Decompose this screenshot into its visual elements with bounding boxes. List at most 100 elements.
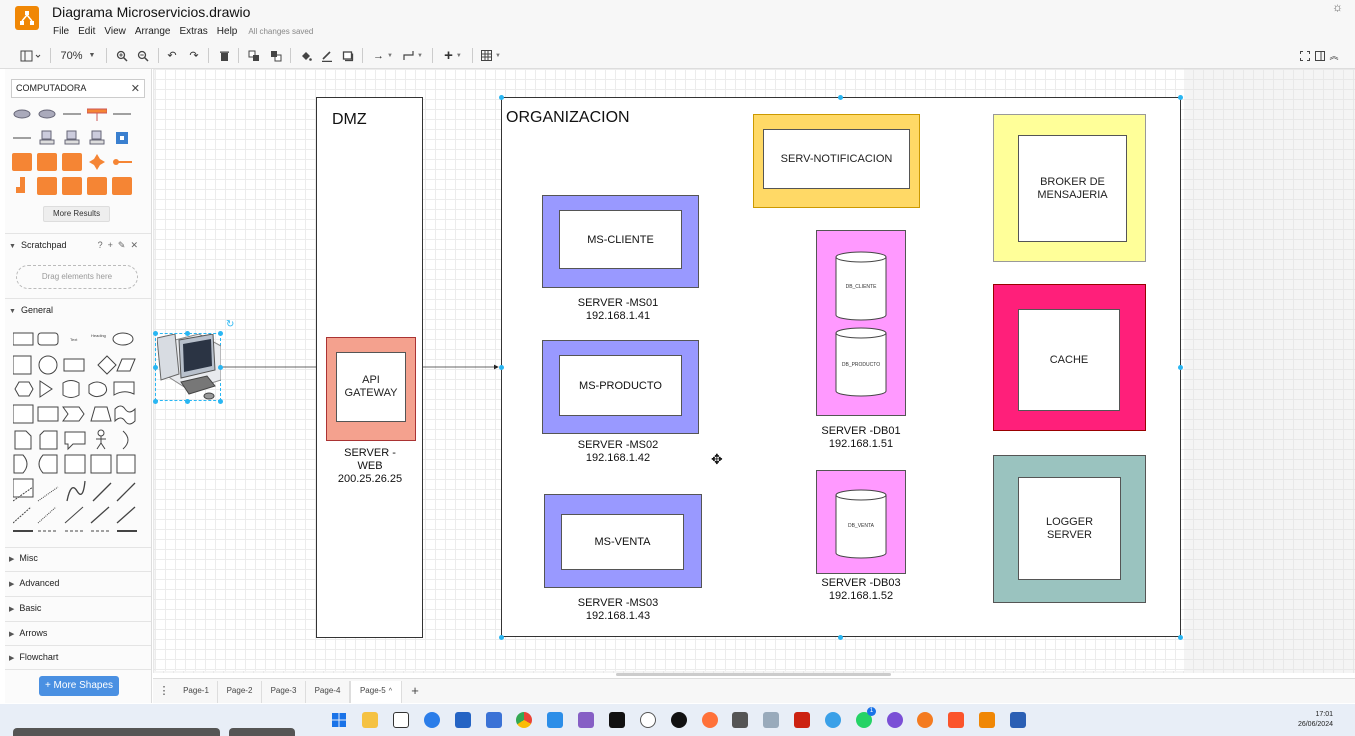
drawio-taskbar-icon[interactable]: [979, 712, 995, 728]
puzzle-blue-icon[interactable]: [112, 129, 132, 147]
document-title[interactable]: Diagrama Microservicios.drawio: [52, 4, 250, 20]
vscode-icon[interactable]: [547, 712, 563, 728]
menu-file[interactable]: File: [53, 26, 69, 37]
collapse-toolbar-icon[interactable]: ︽: [1327, 47, 1341, 64]
shape-search-input[interactable]: COMPUTADORA ✕: [11, 79, 145, 98]
horizontal-scrollbar[interactable]: [616, 673, 891, 676]
section-basic[interactable]: ▶ Basic: [5, 603, 151, 613]
rotate-handle-icon[interactable]: ↻: [226, 319, 234, 330]
ms-producto-server[interactable]: MS-PRODUCTO: [542, 340, 699, 434]
fullscreen-icon[interactable]: [1298, 47, 1312, 64]
aws-orange-icon[interactable]: [87, 177, 107, 195]
more-shapes-button[interactable]: + More Shapes: [39, 676, 119, 696]
store-icon[interactable]: [455, 712, 471, 728]
aws-orange-icon[interactable]: [37, 177, 57, 195]
section-arrows[interactable]: ▶ Arrows: [5, 628, 151, 638]
aws-orange-icon[interactable]: [112, 153, 132, 171]
redo-icon[interactable]: ↷: [186, 47, 202, 64]
zoom-in-icon[interactable]: [114, 47, 130, 64]
db03-server[interactable]: DB_VENTA: [816, 470, 906, 574]
add-page-icon[interactable]: +: [405, 681, 425, 703]
brave-icon[interactable]: [948, 712, 964, 728]
shadow-icon[interactable]: [340, 47, 356, 64]
format-panel-toggle-icon[interactable]: [18, 47, 44, 64]
section-general[interactable]: ▼ General: [5, 305, 151, 315]
section-advanced[interactable]: ▶ Advanced: [5, 578, 151, 588]
aws-orange-icon[interactable]: [12, 177, 32, 195]
tab-page-5[interactable]: Page-5 ^: [350, 681, 402, 703]
aws-orange-icon[interactable]: [87, 153, 107, 171]
calendar-icon[interactable]: [486, 712, 502, 728]
cache-server[interactable]: CACHE: [993, 284, 1146, 431]
line-shape-icon[interactable]: [12, 129, 32, 147]
media-icon[interactable]: [671, 712, 687, 728]
app-icon[interactable]: [763, 712, 779, 728]
aws-orange-icon[interactable]: [12, 153, 32, 171]
connection-style-dropdown[interactable]: → ▼: [370, 47, 396, 64]
cloud-network-icon[interactable]: [37, 105, 57, 123]
computer-icon[interactable]: [62, 129, 82, 147]
undo-icon[interactable]: ↶: [164, 47, 180, 64]
whatsapp-icon[interactable]: 1: [856, 707, 876, 728]
ms-cliente-server[interactable]: MS-CLIENTE: [542, 195, 699, 288]
format-panel-icon[interactable]: [1313, 47, 1327, 64]
tab-page-2[interactable]: Page-2: [218, 681, 262, 703]
computer-icon[interactable]: [87, 129, 107, 147]
serv-notificacion-server[interactable]: SERV-NOTIFICACION: [753, 114, 920, 208]
aws-orange-icon[interactable]: [112, 177, 132, 195]
app-icon[interactable]: [732, 712, 748, 728]
tab-page-3[interactable]: Page-3: [262, 681, 306, 703]
visual-studio-icon[interactable]: [578, 712, 594, 728]
broker-server[interactable]: BROKER DE MENSAJERIA: [993, 114, 1146, 262]
firefox-icon[interactable]: [702, 712, 718, 728]
word-icon[interactable]: [1010, 712, 1026, 728]
fill-color-icon[interactable]: [298, 47, 314, 64]
clear-search-icon[interactable]: ✕: [131, 82, 140, 95]
terminal-icon[interactable]: [609, 712, 625, 728]
app-icon[interactable]: [794, 712, 810, 728]
zoom-dropdown[interactable]: 70% ▼: [58, 47, 98, 64]
cloud-network-icon[interactable]: [12, 105, 32, 123]
menu-view[interactable]: View: [104, 26, 126, 37]
line-shape-icon[interactable]: [62, 105, 82, 123]
table-insert-icon[interactable]: ▼: [478, 47, 504, 64]
aws-orange-icon[interactable]: [62, 153, 82, 171]
menu-help[interactable]: Help: [217, 26, 238, 37]
section-flowchart[interactable]: ▶ Flowchart: [5, 652, 151, 662]
more-results-button[interactable]: More Results: [43, 206, 110, 222]
delete-icon[interactable]: [216, 47, 232, 64]
clock-app-icon[interactable]: [640, 712, 656, 728]
to-back-icon[interactable]: [268, 47, 284, 64]
line-shape-icon[interactable]: [112, 105, 132, 123]
scratchpad-tools[interactable]: ?+✎✕: [98, 240, 143, 251]
general-shapes-grid[interactable]: Text Heading: [13, 331, 143, 541]
theme-sun-icon[interactable]: ☼: [1332, 0, 1343, 14]
chrome-icon[interactable]: [516, 712, 532, 728]
edge-icon[interactable]: [424, 712, 440, 728]
menu-extras[interactable]: Extras: [179, 26, 207, 37]
pages-menu-icon[interactable]: ⋮: [153, 681, 175, 703]
db01-server[interactable]: DB_CLIENTE DB_PRODUCTO: [816, 230, 906, 416]
computer-icon[interactable]: [157, 334, 221, 400]
system-clock[interactable]: 17:01 26/06/2024: [1298, 710, 1333, 730]
waypoint-style-dropdown[interactable]: ▼: [400, 47, 426, 64]
tab-page-1[interactable]: Page-1: [175, 681, 218, 703]
app-icon[interactable]: [917, 712, 933, 728]
aws-orange-icon[interactable]: [37, 153, 57, 171]
app-icon[interactable]: [887, 712, 903, 728]
tab-page-4[interactable]: Page-4: [306, 681, 350, 703]
menu-edit[interactable]: Edit: [78, 26, 95, 37]
ms-venta-server[interactable]: MS-VENTA: [544, 494, 702, 588]
bus-shape-icon[interactable]: [87, 105, 107, 123]
to-front-icon[interactable]: [246, 47, 262, 64]
section-misc[interactable]: ▶ Misc: [5, 553, 151, 563]
menu-arrange[interactable]: Arrange: [135, 26, 171, 37]
api-gateway-server[interactable]: API GATEWAY: [326, 337, 416, 441]
windows-start-icon[interactable]: [331, 712, 347, 728]
aws-orange-icon[interactable]: [62, 177, 82, 195]
line-color-icon[interactable]: [319, 47, 335, 64]
app-icon[interactable]: [825, 712, 841, 728]
insert-plus-icon[interactable]: + ▼: [440, 47, 466, 64]
zoom-out-icon[interactable]: [135, 47, 151, 64]
logger-server[interactable]: LOGGER SERVER: [993, 455, 1146, 603]
